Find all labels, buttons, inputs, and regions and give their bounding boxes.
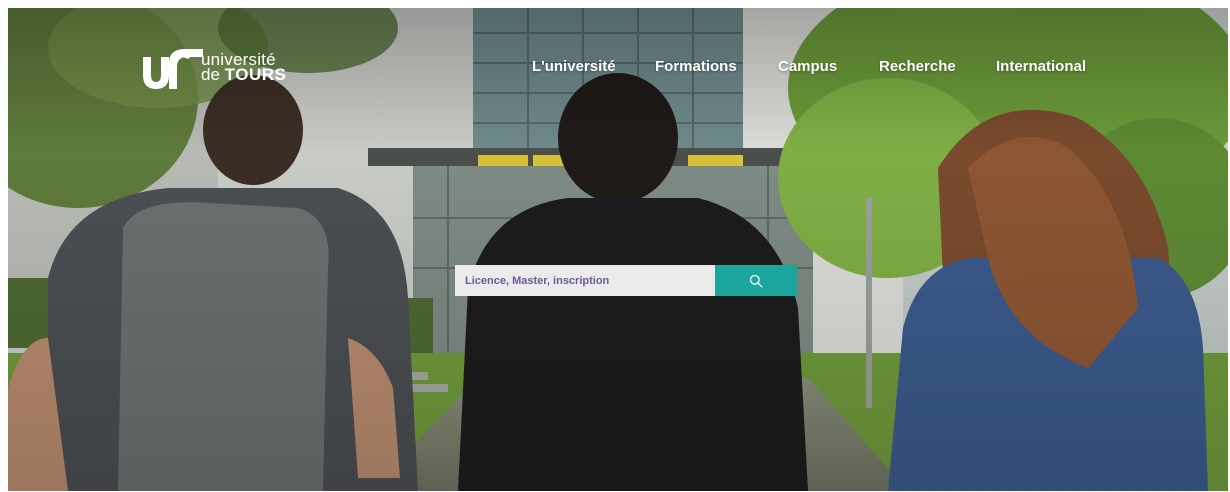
search-button[interactable]: [715, 265, 797, 296]
nav-item-recherche[interactable]: Recherche: [879, 58, 956, 75]
nav-item-universite[interactable]: L'université: [532, 58, 616, 75]
search-icon: [749, 274, 763, 287]
nav-item-campus[interactable]: Campus: [778, 58, 837, 75]
search-input[interactable]: [455, 265, 715, 296]
main-navigation: L'université Formations Campus Recherche…: [8, 58, 1228, 82]
search-bar: [455, 265, 797, 296]
hero-banner: université de TOURS L'université Formati…: [8, 8, 1228, 491]
nav-item-formations[interactable]: Formations: [655, 58, 737, 75]
nav-item-international[interactable]: International: [996, 58, 1086, 75]
